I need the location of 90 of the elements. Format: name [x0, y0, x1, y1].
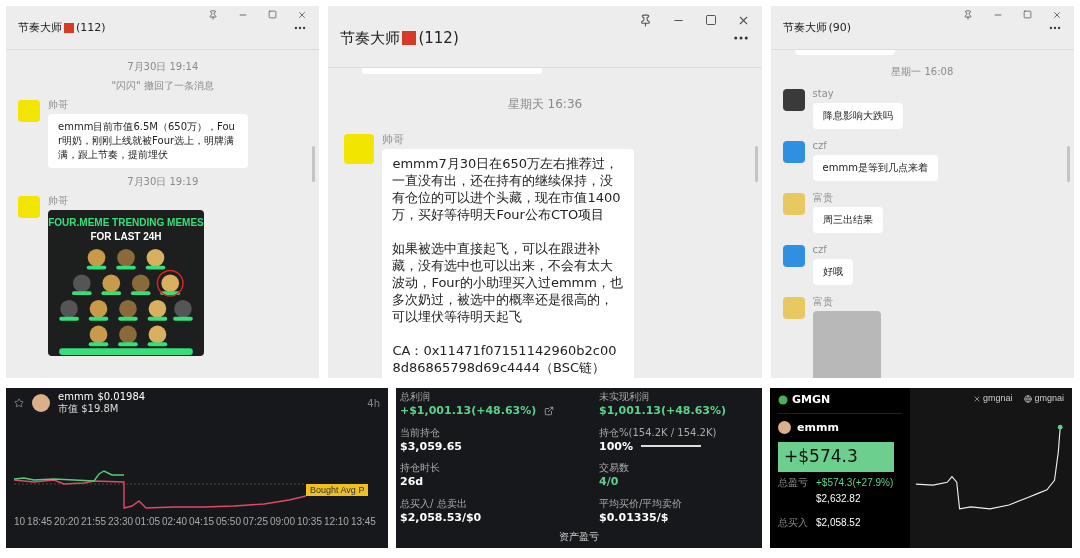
stat-value: 26d — [400, 476, 424, 487]
message-text: emmm7月30日在650万左右推荐过，一直没有出，还在持有的继续保持，没有仓位的可以进个头藏，现在市值1400万，买好等待明天Four公布CTO项目 — [392, 155, 622, 223]
member-count: (112) — [418, 28, 459, 49]
close-icon[interactable] — [1052, 10, 1062, 20]
time-axis-label: 20:20 — [54, 515, 80, 529]
sender-name: 富贵 — [812, 297, 833, 307]
time-axis-label: 01:05 — [135, 515, 161, 529]
stat-value: $3,059.65 — [400, 440, 462, 452]
stat-label: 持仓时长 — [400, 463, 441, 473]
stat-label: 未实现利润 — [599, 392, 650, 402]
time-axis-label: 10 — [14, 515, 26, 529]
scrollbar[interactable] — [754, 146, 758, 182]
time-axis-label: 05:50 — [215, 515, 241, 529]
time-axis-label: 21:55 — [81, 515, 107, 529]
stat-value: $1,001.13(+48.63%) — [599, 405, 727, 416]
time-axis-label: 07:25 — [242, 515, 268, 529]
stat-label: 持仓%(154.2K / 154.2K) — [599, 427, 718, 438]
stat-label: 交易数 — [599, 463, 630, 473]
time-axis-label: 13:45 — [350, 515, 376, 529]
token-logo — [32, 394, 50, 412]
token-name: emmm — [797, 419, 839, 436]
social-handle: gmgnai — [982, 392, 1013, 405]
image-message[interactable]: FOUR.MEME TRENDING MEMES FOR LAST 24H — [48, 210, 204, 356]
stat-value: +$1,001.13(+48.63%) — [400, 405, 537, 416]
stat-value: $0.01335/$ — [599, 511, 669, 523]
close-icon[interactable] — [297, 10, 308, 20]
timestamp: 7月30日 19:19 — [127, 177, 199, 187]
row-value: $2,058.52 — [816, 517, 861, 528]
sender-name: stay — [812, 89, 834, 99]
time-axis-label: 18:45 — [27, 515, 53, 529]
sender-name: 帅哥 — [48, 196, 68, 206]
image-subheading: FOR LAST 24H — [90, 232, 162, 242]
token-logo — [778, 421, 791, 435]
stat-label: 平均买价/平均卖价 — [599, 498, 684, 509]
timestamp: 星期天 16:36 — [507, 98, 583, 110]
chat-title: 节奏大师 — [18, 20, 62, 36]
stat-label: 总利润 — [400, 392, 431, 402]
stat-value: $2,058.53/$0 — [400, 511, 482, 523]
message-text: CA：0x11471f07151142960b2c008d86865798d69c4444（BSC链） — [392, 342, 618, 376]
time-axis-label: 12:10 — [323, 515, 349, 529]
row-label: 总盈亏 — [778, 477, 808, 488]
pnl-banner: +$574.3 — [778, 442, 894, 472]
globe-icon — [1024, 394, 1033, 403]
stat-value: 100% — [599, 440, 633, 452]
time-axis-label: 04:15 — [189, 515, 214, 529]
row-value: +$574.3(+27.9%) — [816, 477, 894, 488]
scrollbar[interactable] — [1067, 146, 1070, 182]
row-label: 总买入 — [778, 517, 808, 528]
sender-name: czf — [812, 245, 827, 255]
time-axis-label: 10:35 — [296, 515, 322, 529]
stat-value: 4/0 — [599, 476, 619, 487]
message-text: emmm是等到几点来着 — [822, 161, 928, 175]
chat-title: 节奏大师 — [782, 20, 827, 36]
pin-icon[interactable] — [638, 14, 652, 27]
sender-name: 富贵 — [812, 193, 833, 203]
interval-tab[interactable]: 4h — [367, 395, 380, 411]
pin-icon[interactable] — [963, 10, 973, 20]
token-name: emmm — [58, 392, 94, 402]
brand-name: GMGN — [792, 392, 831, 408]
message-text: 降息影响大跌吗 — [822, 109, 893, 123]
chat-title: 节奏大师 — [340, 28, 401, 49]
member-count: (90) — [828, 20, 852, 36]
timestamp: 7月30日 19:14 — [127, 62, 199, 72]
external-link-icon[interactable] — [544, 405, 555, 416]
member-count: (112) — [76, 20, 106, 36]
row-value: $2,632.82 — [816, 493, 861, 504]
footer-tab[interactable]: 资产盈亏 — [559, 529, 599, 544]
social-handle: gmgnai — [1034, 392, 1064, 405]
image-heading: FOUR.MEME TRENDING MEMES — [48, 218, 204, 228]
stat-label: 当前持仓 — [400, 427, 441, 438]
pin-icon[interactable] — [208, 10, 219, 20]
time-axis-label: 02:40 — [162, 515, 188, 529]
time-axis-label: 23:30 — [108, 515, 134, 529]
sender-name: czf — [812, 141, 827, 151]
stat-label: 总买入/ 总卖出 — [400, 498, 468, 509]
maximize-icon[interactable] — [704, 14, 717, 26]
sender-name: 帅哥 — [48, 100, 68, 110]
avg-price-label: Bought Avg P — [306, 484, 369, 496]
x-logo-icon — [972, 394, 981, 403]
message-text: 如果被选中直接起飞，可以在跟进补藏，没有选中也可以出来，不会有太大波动，Four的小助理买入过emmm，也多次奶过，被选中的概率还是很高的，可以埋伏等待明天起飞 — [392, 240, 624, 325]
market-cap: 市值 $19.8M — [58, 404, 120, 414]
star-icon[interactable] — [14, 398, 24, 408]
time-axis-label: 09:00 — [269, 515, 295, 529]
avatar[interactable] — [782, 89, 805, 111]
scrollbar[interactable] — [312, 146, 316, 182]
sender-name: 帅哥 — [382, 134, 405, 145]
message-text: 周三出结果 — [822, 213, 873, 227]
message-text: 好哦 — [822, 265, 843, 279]
token-price: $0.01984 — [97, 392, 146, 402]
message-text: emmm目前市值6.5M（650万），Four明奶，刚刚上线就被Four选上，明牌满满，跟上节奏，提前埋伏 — [58, 120, 236, 162]
